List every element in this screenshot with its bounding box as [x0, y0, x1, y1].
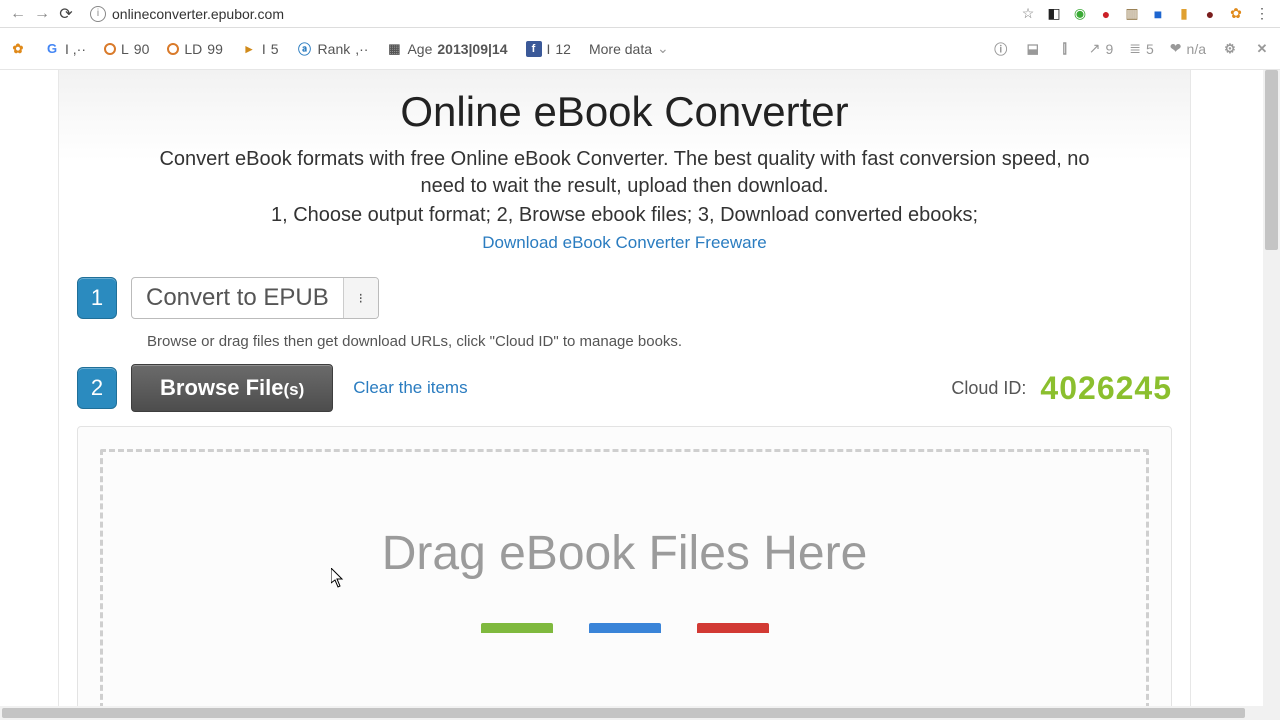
- na-metric[interactable]: ❤n/a: [1170, 40, 1206, 57]
- ext-icon[interactable]: ■: [1150, 6, 1166, 22]
- page-description: Convert eBook formats with free Online e…: [137, 146, 1112, 200]
- scrollbar-corner: [1263, 706, 1280, 720]
- ext-icon[interactable]: ▥: [1124, 6, 1140, 22]
- chevron-down-icon: ⌄: [657, 40, 669, 57]
- g-value: I ,··: [65, 41, 86, 57]
- drop-zone-text: Drag eBook Files Here: [382, 526, 868, 581]
- reload-button[interactable]: ⟳: [54, 2, 78, 26]
- page-viewport: Online eBook Converter Convert eBook for…: [0, 70, 1263, 706]
- horizontal-scrollbar[interactable]: [0, 706, 1263, 720]
- cloud-id-label: Cloud ID:: [951, 378, 1026, 399]
- scrollbar-thumb[interactable]: [2, 708, 1245, 718]
- chart-icon[interactable]: ⫿: [1057, 41, 1073, 57]
- age-value: 2013|09|14: [437, 41, 507, 57]
- address-bar[interactable]: i onlineconverter.epubor.com: [84, 3, 1014, 25]
- browse-files-button[interactable]: Browse File(s): [131, 364, 333, 412]
- step-2-row: 2 Browse File(s) Clear the items Cloud I…: [77, 364, 1172, 412]
- links-l[interactable]: L 90: [104, 41, 149, 57]
- page-content: Online eBook Converter Convert eBook for…: [58, 70, 1191, 706]
- pdf-bar: [697, 623, 769, 633]
- chrome-menu-icon[interactable]: ⋮: [1254, 6, 1270, 22]
- dropdown-arrow-icon[interactable]: ⁝: [344, 278, 378, 318]
- more-data-dropdown[interactable]: More data ⌄: [589, 40, 669, 57]
- step-1-badge: 1: [77, 277, 117, 319]
- format-color-bars: [481, 623, 769, 633]
- clear-items-link[interactable]: Clear the items: [353, 378, 467, 398]
- page-title: Online eBook Converter: [77, 88, 1172, 136]
- back-button[interactable]: ←: [6, 2, 30, 26]
- ext-icon[interactable]: ✿: [1228, 6, 1244, 22]
- b-label: I: [262, 41, 266, 57]
- more-data-label: More data: [589, 41, 652, 57]
- bing-index[interactable]: ▸ I 5: [241, 41, 279, 57]
- close-toolbar-icon[interactable]: ✕: [1254, 41, 1270, 57]
- l-label: L: [121, 41, 129, 57]
- browse-label: Browse File: [160, 375, 283, 400]
- file-drop-zone[interactable]: Drag eBook Files Here: [100, 449, 1149, 706]
- url-text: onlineconverter.epubor.com: [112, 6, 284, 22]
- alexa-rank[interactable]: ⓐ Rank ,··: [297, 41, 369, 57]
- google-index[interactable]: G I ,··: [44, 41, 86, 57]
- ld-value: 99: [207, 41, 223, 57]
- rank-value: ,··: [355, 41, 368, 57]
- links-ld[interactable]: LD 99: [167, 41, 222, 57]
- rank-label: Rank: [318, 41, 351, 57]
- seoquake-icon[interactable]: ✿: [10, 41, 26, 57]
- extension-icons: ☆ ◧ ◉ ● ▥ ■ ▮ ● ✿ ⋮: [1020, 6, 1274, 22]
- drop-zone-container: Drag eBook Files Here: [77, 426, 1172, 706]
- cloud-id-value[interactable]: 4026245: [1040, 370, 1172, 407]
- browser-nav-bar: ← → ⟳ i onlineconverter.epubor.com ☆ ◧ ◉…: [0, 0, 1280, 28]
- b-value: 5: [271, 41, 279, 57]
- fb-value: 12: [555, 41, 571, 57]
- domain-age[interactable]: ▦ Age 2013|09|14: [386, 41, 507, 57]
- circle-icon: [104, 43, 116, 55]
- output-format-select[interactable]: Convert to EPUB ⁝: [131, 277, 379, 319]
- bookmark-star-icon[interactable]: ☆: [1020, 6, 1036, 22]
- step-2-badge: 2: [77, 367, 117, 409]
- ext-icon[interactable]: ◉: [1072, 6, 1088, 22]
- format-label: Convert to EPUB: [132, 278, 344, 318]
- ext-icon[interactable]: ●: [1098, 6, 1114, 22]
- ext-icon[interactable]: ◧: [1046, 6, 1062, 22]
- circle-icon: [167, 43, 179, 55]
- internal-links[interactable]: ≣5: [1129, 40, 1154, 57]
- l-value: 90: [134, 41, 150, 57]
- download-freeware-link[interactable]: Download eBook Converter Freeware: [77, 233, 1172, 253]
- info-icon[interactable]: ⓘ: [993, 41, 1009, 57]
- vertical-scrollbar[interactable]: [1263, 70, 1280, 706]
- fb-label: I: [547, 41, 551, 57]
- seo-toolbar: ✿ G I ,·· L 90 LD 99 ▸ I 5 ⓐ Rank ,·· ▦ …: [0, 28, 1280, 70]
- scrollbar-thumb[interactable]: [1265, 70, 1278, 250]
- facebook-likes[interactable]: f I 12: [526, 41, 571, 57]
- page-steps-line: 1, Choose output format; 2, Browse ebook…: [77, 204, 1172, 227]
- settings-icon[interactable]: ⚙: [1222, 41, 1238, 57]
- download-icon[interactable]: ⬓: [1025, 41, 1041, 57]
- step-1-row: 1 Convert to EPUB ⁝: [77, 277, 1172, 319]
- external-links[interactable]: ↗9: [1089, 40, 1114, 57]
- browse-hint: Browse or drag files then get download U…: [147, 333, 1172, 350]
- ext-icon[interactable]: ●: [1202, 6, 1218, 22]
- epub-bar: [481, 623, 553, 633]
- browse-suffix: (s): [283, 380, 304, 399]
- ext-icon[interactable]: ▮: [1176, 6, 1192, 22]
- age-label: Age: [407, 41, 432, 57]
- forward-button[interactable]: →: [30, 2, 54, 26]
- site-info-icon[interactable]: i: [90, 6, 106, 22]
- ld-label: LD: [184, 41, 202, 57]
- mobi-bar: [589, 623, 661, 633]
